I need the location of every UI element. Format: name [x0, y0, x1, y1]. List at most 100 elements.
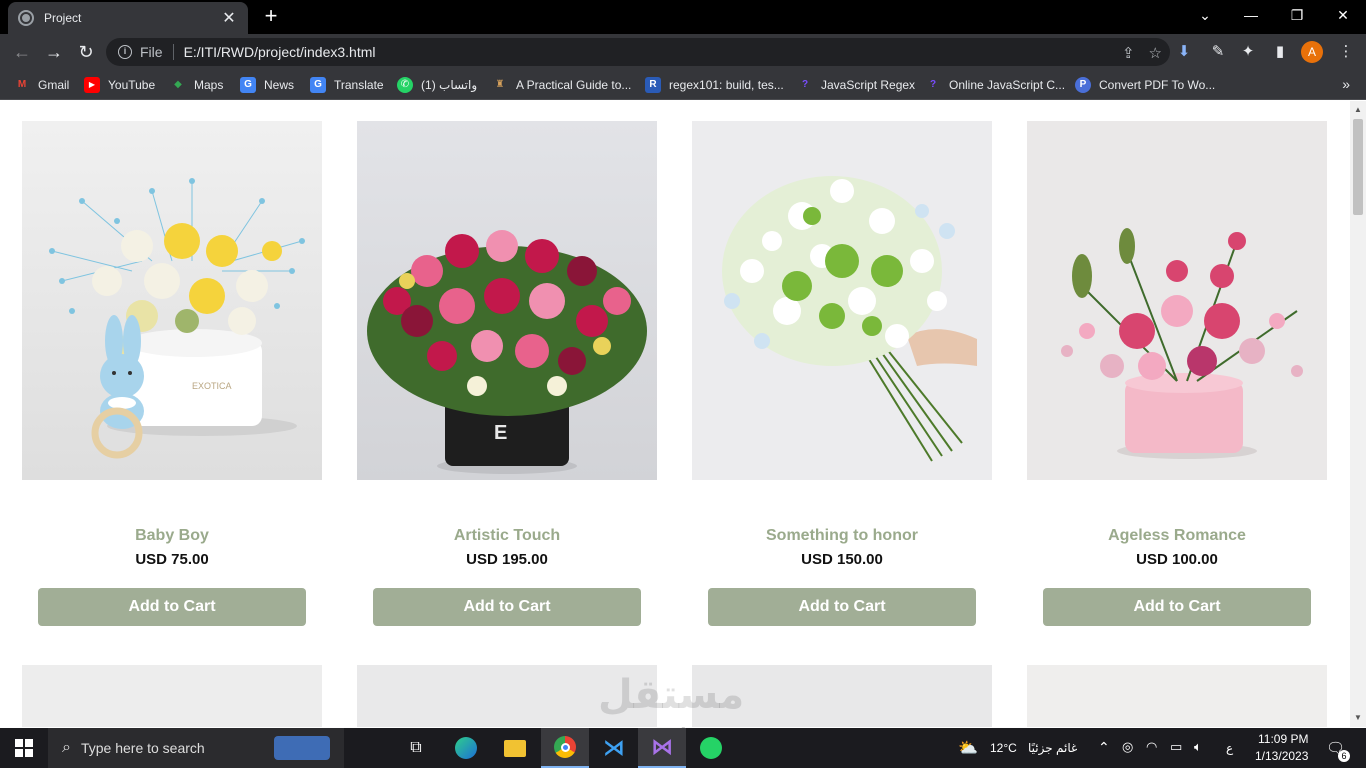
- product-image-next-row[interactable]: [1027, 665, 1327, 727]
- side-panel-icon[interactable]: ▮: [1270, 42, 1290, 62]
- product-image-ageless-romance[interactable]: [1027, 121, 1327, 480]
- tab-title: Project: [44, 11, 82, 25]
- add-to-cart-button[interactable]: Add to Cart: [1043, 588, 1311, 626]
- extensions-puzzle-icon[interactable]: ✦: [1238, 42, 1258, 62]
- weather-temp[interactable]: 12°C: [990, 741, 1017, 755]
- battery-icon[interactable]: ▭: [1170, 739, 1182, 755]
- bouquet-baby-boy-illustration: EXOTICA: [22, 121, 322, 480]
- taskbar-search-box[interactable]: ⌕ Type here to search: [48, 728, 344, 768]
- globe-icon: [18, 10, 34, 26]
- bookmark-label: YouTube: [108, 78, 156, 92]
- scroll-thumb[interactable]: [1353, 119, 1363, 215]
- clock-date[interactable]: 1/13/2023: [1255, 749, 1308, 763]
- product-name[interactable]: Something to honor: [692, 527, 992, 545]
- tab-strip: Project ✕ + ⌄ — ❐ ✕: [0, 0, 1366, 34]
- profile-avatar[interactable]: A: [1301, 41, 1323, 63]
- product-name[interactable]: Artistic Touch: [357, 527, 657, 545]
- more-bookmarks-icon[interactable]: »: [1342, 76, 1350, 92]
- add-to-cart-button[interactable]: Add to Cart: [38, 588, 306, 626]
- weather-icon[interactable]: ⛅: [958, 738, 978, 758]
- chrome-icon[interactable]: [541, 728, 589, 768]
- maps-pin-icon: ◆: [174, 79, 182, 90]
- minimize-button[interactable]: —: [1228, 0, 1274, 30]
- close-tab-icon[interactable]: ✕: [220, 8, 238, 28]
- url-scheme: File: [140, 44, 163, 60]
- input-language[interactable]: ع: [1226, 741, 1233, 755]
- scroll-up-arrow-icon[interactable]: ▲: [1350, 103, 1366, 117]
- bookmark-maps[interactable]: ◆ Maps: [170, 76, 223, 94]
- url-separator: [172, 44, 174, 60]
- product-price: USD 195.00: [466, 551, 548, 568]
- product-image-artistic-touch[interactable]: E: [357, 121, 657, 480]
- pot-logo-text: E: [494, 422, 507, 444]
- product-price: USD 150.00: [801, 551, 883, 568]
- bookmark-star-icon[interactable]: ☆: [1149, 44, 1162, 62]
- scroll-down-arrow-icon[interactable]: ▼: [1350, 711, 1366, 725]
- bouquet-ageless-romance-illustration: [1027, 121, 1327, 480]
- volume-icon[interactable]: 🔈︎: [1194, 739, 1202, 755]
- bookmark-label: JavaScript Regex: [821, 78, 916, 92]
- chevron-up-icon[interactable]: ⌃: [1098, 739, 1110, 756]
- vscode-icon[interactable]: ⋊: [590, 728, 638, 768]
- new-tab-button[interactable]: +: [258, 4, 284, 30]
- start-button[interactable]: [0, 728, 48, 768]
- product-image-next-row[interactable]: [357, 665, 657, 727]
- bookmark-label: Maps: [194, 78, 224, 92]
- meet-icon[interactable]: ◎: [1122, 739, 1133, 755]
- whatsapp-taskbar-icon[interactable]: [687, 728, 735, 768]
- bookmark-label: Translate: [334, 78, 384, 92]
- close-window-button[interactable]: ✕: [1320, 0, 1366, 30]
- wifi-icon[interactable]: ◠: [1146, 739, 1157, 755]
- share-icon[interactable]: ⇪: [1122, 44, 1135, 62]
- extension-pen-icon[interactable]: ✎: [1208, 42, 1228, 62]
- search-placeholder: Type here to search: [80, 740, 205, 756]
- bookmark-online-javascript[interactable]: ? Online JavaScript C...: [925, 76, 1065, 94]
- forward-button[interactable]: →: [42, 40, 66, 64]
- visual-studio-icon[interactable]: ⋈: [638, 728, 686, 768]
- bookmark-label: Gmail: [38, 78, 70, 92]
- bookmark-news[interactable]: G News: [240, 76, 294, 94]
- bookmark-youtube[interactable]: ▶ YouTube: [84, 76, 155, 94]
- online-javascript-icon: ?: [929, 79, 937, 90]
- product-name[interactable]: Ageless Romance: [1027, 527, 1327, 545]
- info-icon[interactable]: i: [118, 45, 132, 59]
- add-to-cart-button[interactable]: Add to Cart: [708, 588, 976, 626]
- back-button[interactable]: ←: [10, 40, 34, 64]
- windows-logo-icon: [15, 739, 33, 757]
- browser-tab[interactable]: Project ✕: [8, 2, 248, 34]
- product-image-next-row[interactable]: [22, 665, 322, 727]
- browser-toolbar: ← → ↻ i File E:/ITI/RWD/project/index3.h…: [0, 34, 1366, 70]
- product-image-baby-boy[interactable]: EXOTICA: [22, 121, 322, 480]
- edge-icon[interactable]: [442, 728, 490, 768]
- address-bar[interactable]: i File E:/ITI/RWD/project/index3.html ⇪ …: [106, 38, 1170, 66]
- add-to-cart-button[interactable]: Add to Cart: [373, 588, 641, 626]
- download-icon[interactable]: ⬇: [1174, 42, 1194, 62]
- product-image-next-row[interactable]: [692, 665, 992, 727]
- page-scrollbar[interactable]: ▲ ▼: [1350, 101, 1366, 727]
- maximize-button[interactable]: ❐: [1274, 0, 1320, 30]
- bookmark-practical-guide[interactable]: ♜ A Practical Guide to...: [492, 76, 632, 94]
- reload-button[interactable]: ↻: [74, 40, 98, 64]
- product-image-something-to-honor[interactable]: [692, 121, 992, 480]
- page-viewport: EXOTICA Baby Boy USD 75.00 Add to Cart E…: [0, 101, 1350, 727]
- gmail-icon: M: [17, 79, 27, 90]
- bookmark-gmail[interactable]: M Gmail: [14, 76, 70, 94]
- bookmark-translate[interactable]: G Translate: [310, 76, 384, 94]
- product-price: USD 100.00: [1136, 551, 1218, 568]
- bookmark-javascript-regex[interactable]: ? JavaScript Regex: [797, 76, 915, 94]
- file-explorer-icon[interactable]: [491, 728, 539, 768]
- bookmark-whatsapp[interactable]: ✆ واتساب (1): [397, 76, 477, 94]
- weather-desc[interactable]: غائم جزئيًا: [1028, 741, 1077, 755]
- bookmark-label: regex101: build, tes...: [669, 78, 784, 92]
- task-view-icon[interactable]: ⧉: [392, 728, 440, 768]
- tab-search-button[interactable]: ⌄: [1182, 0, 1228, 30]
- bookmark-convert-pdf[interactable]: P Convert PDF To Wo...: [1075, 76, 1215, 94]
- clock-time[interactable]: 11:09 PM: [1258, 732, 1308, 746]
- bookmark-regex101[interactable]: Rregex101: build, tes...: [645, 76, 784, 94]
- url-text[interactable]: E:/ITI/RWD/project/index3.html: [184, 44, 376, 60]
- bookmark-label: Convert PDF To Wo...: [1099, 78, 1216, 92]
- news-icon: G: [240, 77, 256, 93]
- convert-pdf-icon: P: [1075, 77, 1091, 93]
- product-name[interactable]: Baby Boy: [22, 527, 322, 545]
- menu-kebab-icon[interactable]: ⋮: [1336, 42, 1356, 62]
